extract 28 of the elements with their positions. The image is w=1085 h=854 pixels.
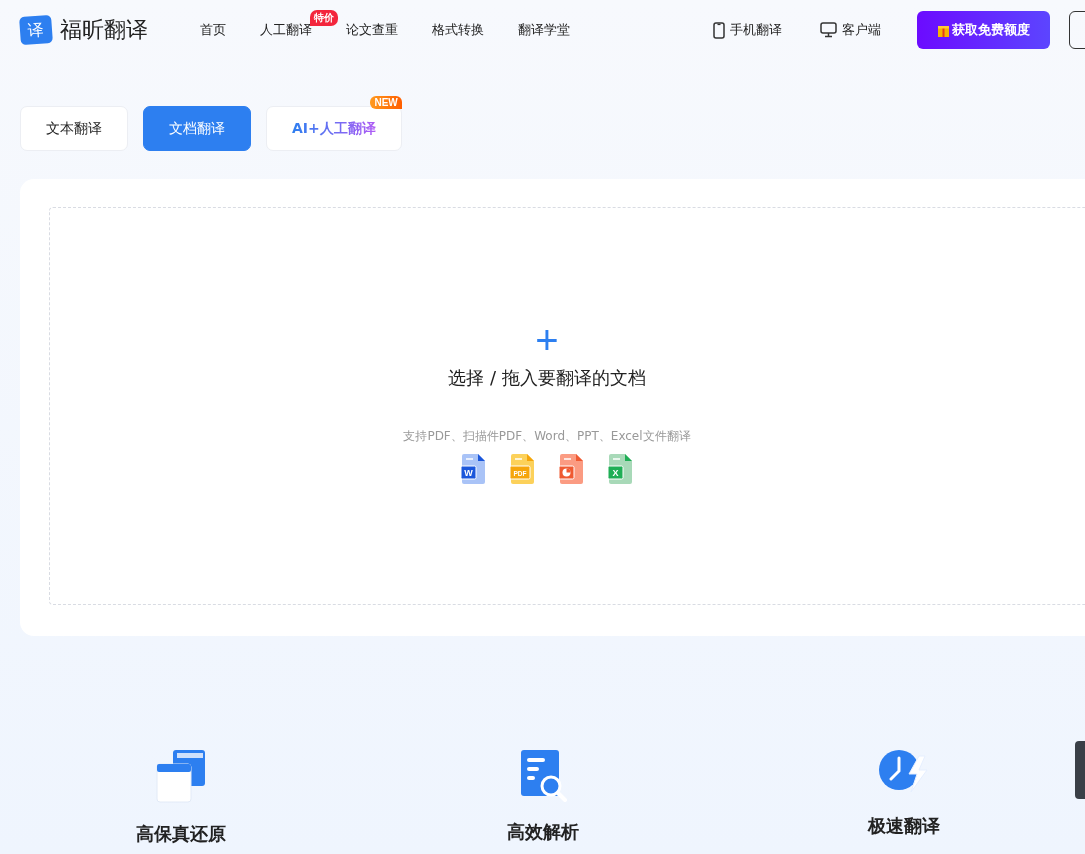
feature-title: 高保真还原 xyxy=(135,822,226,846)
windows-stack-icon xyxy=(154,748,207,804)
plus-icon[interactable]: + xyxy=(535,320,559,360)
sale-badge: 特价 xyxy=(310,10,338,26)
header-link[interactable]: 手机翻译 xyxy=(713,21,782,39)
excel-file-icon: X xyxy=(607,454,634,484)
nav-link[interactable]: 首页 xyxy=(200,21,226,39)
free-quota-button[interactable]: 获取免费额度 xyxy=(917,11,1050,49)
nav-link[interactable]: 格式转换 xyxy=(432,21,484,39)
word-file-icon: W xyxy=(460,454,487,484)
new-badge: NEW xyxy=(370,96,402,109)
nav-link[interactable]: 翻译学堂 xyxy=(518,21,570,39)
logo-name[interactable]: 福昕翻译 xyxy=(60,15,148,45)
logo-mark[interactable]: 译 xyxy=(19,14,53,46)
feature-title: 高效解析 xyxy=(506,820,579,844)
nav-link[interactable]: 论文查重 xyxy=(346,21,398,39)
supported-formats-text: 支持PDF、扫描件PDF、Word、PPT、Excel文件翻译 xyxy=(403,428,691,445)
mode-tab[interactable]: AI+人工翻译 xyxy=(266,106,402,151)
mode-tab[interactable]: 文档翻译 xyxy=(143,106,251,151)
nav-link[interactable]: 人工翻译 xyxy=(260,21,312,39)
feature-title: 极速翻译 xyxy=(868,814,941,838)
phone-icon xyxy=(713,21,725,39)
ppt-file-icon xyxy=(558,454,585,484)
header-link[interactable]: 客户端 xyxy=(820,21,881,39)
monitor-icon xyxy=(820,22,837,38)
mode-tab[interactable]: 文本翻译 xyxy=(20,106,128,151)
gift-icon xyxy=(937,23,949,37)
upload-title: 选择 / 拖入要翻译的文档 xyxy=(448,366,646,390)
